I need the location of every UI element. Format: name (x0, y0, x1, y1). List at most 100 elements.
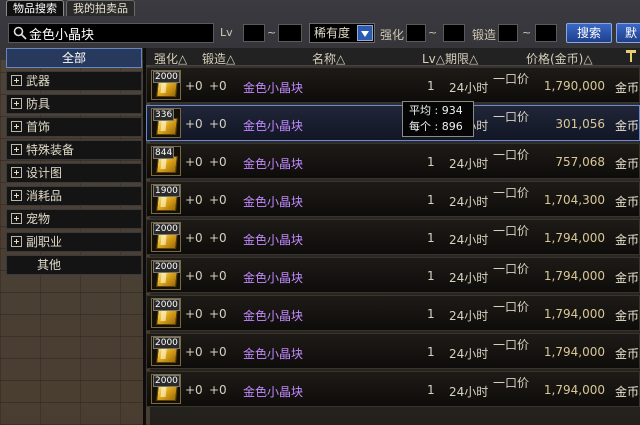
item-quantity: 844 (153, 147, 175, 159)
forge-max-input[interactable] (535, 24, 557, 42)
forge-value: +0 (209, 155, 227, 169)
forge-value: +0 (209, 307, 227, 321)
category-blueprint[interactable]: 设计图 (6, 163, 142, 183)
search-bar: Lv ~ 稀有度 强化 ~ 锻造 ~ 搜索 默 (0, 21, 640, 45)
item-price: 757,068 (555, 155, 605, 169)
category-other[interactable]: 其他 (6, 255, 142, 275)
header-lv-period[interactable]: Lv△期限△ (422, 50, 478, 67)
table-row[interactable]: 2000 +0 +0 金色小晶块 1 24小时 一口价 1,794,000 金币 (146, 333, 640, 369)
expand-plus-icon[interactable] (11, 121, 22, 132)
expand-plus-icon[interactable] (11, 167, 22, 178)
currency-unit: 金币 (615, 157, 640, 171)
enhance-value: +0 (185, 383, 203, 397)
lv-min-input[interactable] (243, 24, 265, 42)
gold-crystal-item-icon[interactable]: 2000 (151, 260, 181, 290)
header-name[interactable]: 名称△ (312, 50, 345, 67)
header-price[interactable]: 价格(金币)△ (526, 50, 593, 67)
table-row[interactable]: 2000 +0 +0 金色小晶块 1 24小时 一口价 1,794,000 金币 (146, 257, 640, 293)
header-enhance[interactable]: 强化△ (154, 50, 187, 67)
rarity-select[interactable]: 稀有度 (309, 23, 375, 43)
category-armor[interactable]: 防具 (6, 94, 142, 114)
category-label: 全部 (61, 51, 86, 65)
item-name: 金色小晶块 (243, 271, 304, 285)
tab-bar: 物品搜索 我的拍卖品 (6, 0, 135, 16)
lv-max-input[interactable] (278, 24, 302, 42)
item-level: 1 (427, 345, 435, 359)
table-row[interactable]: 2000 +0 +0 金色小晶块 1 24小时 一口价 1,790,000 金币 (146, 67, 640, 103)
item-period: 24小时 (449, 385, 489, 399)
item-quantity: 2000 (153, 337, 180, 349)
default-button[interactable]: 默 (616, 23, 640, 43)
expand-plus-icon[interactable] (11, 213, 22, 224)
expand-plus-icon[interactable] (11, 98, 22, 109)
price-tooltip: 平均 : 934 每个 : 896 (402, 101, 474, 137)
buyout-label: 一口价 (493, 338, 530, 352)
gold-crystal-item-icon[interactable]: 1900 (151, 184, 181, 214)
forge-value: +0 (209, 231, 227, 245)
item-price: 301,056 (555, 117, 605, 131)
enhance-value: +0 (185, 345, 203, 359)
currency-unit: 金币 (615, 195, 640, 209)
forge-value: +0 (209, 345, 227, 359)
table-row[interactable]: 336+0+0金色小晶块124小时一口价301,056金币 (146, 105, 640, 141)
enhance-range-tilde: ~ (428, 26, 438, 39)
item-quantity: 2000 (153, 299, 180, 311)
gold-crystal-item-icon[interactable]: 2000 (151, 298, 181, 328)
category-sub-profession[interactable]: 副职业 (6, 232, 142, 252)
enhance-value: +0 (185, 79, 203, 93)
gold-crystal-item-icon[interactable]: 844 (151, 146, 181, 176)
pin-icon[interactable] (626, 50, 636, 62)
forge-value: +0 (209, 193, 227, 207)
enhance-max-input[interactable] (443, 24, 465, 42)
tab-my-auctions[interactable]: 我的拍卖品 (66, 0, 135, 16)
item-period: 24小时 (449, 347, 489, 361)
gold-crystal-item-icon[interactable]: 2000 (151, 336, 181, 366)
gold-crystal-item-icon[interactable]: 2000 (151, 70, 181, 100)
expand-plus-icon[interactable] (11, 190, 22, 201)
search-field[interactable] (8, 23, 214, 43)
tooltip-per-unit: 每个 : 896 (409, 120, 463, 133)
item-period: 24小时 (449, 195, 489, 209)
item-level: 1 (427, 231, 435, 245)
gold-crystal-item-icon[interactable]: 2000 (151, 374, 181, 404)
category-all[interactable]: 全部 (6, 48, 142, 68)
lv-label: Lv (220, 26, 233, 39)
enhance-min-input[interactable] (406, 24, 426, 42)
buyout-label: 一口价 (493, 72, 530, 86)
item-level: 1 (427, 383, 435, 397)
item-period: 24小时 (449, 233, 489, 247)
item-level: 1 (427, 193, 435, 207)
category-weapon[interactable]: 武器 (6, 71, 142, 91)
item-price: 1,790,000 (543, 79, 605, 93)
search-button[interactable]: 搜索 (566, 23, 612, 43)
tab-item-search[interactable]: 物品搜索 (6, 0, 64, 16)
gold-crystal-item-icon[interactable]: 2000 (151, 222, 181, 252)
item-quantity: 2000 (153, 261, 180, 273)
chevron-down-icon[interactable] (357, 25, 373, 41)
search-input[interactable] (29, 25, 209, 41)
table-row[interactable]: 844 +0 +0 金色小晶块 1 24小时 一口价 757,068 金币 (146, 143, 640, 179)
table-row[interactable]: 2000 +0 +0 金色小晶块 1 24小时 一口价 1,794,000 金币 (146, 295, 640, 331)
forge-min-input[interactable] (498, 24, 518, 42)
table-row[interactable]: 2000 +0 +0 金色小晶块 1 24小时 一口价 1,794,000 金币 (146, 219, 640, 255)
item-level: 1 (427, 269, 435, 283)
category-pet[interactable]: 宠物 (6, 209, 142, 229)
item-name: 金色小晶块 (243, 309, 304, 323)
buyout-label: 一口价 (493, 376, 530, 390)
header-forge[interactable]: 锻造△ (202, 50, 235, 67)
category-accessory[interactable]: 首饰 (6, 117, 142, 137)
expand-plus-icon[interactable] (11, 75, 22, 86)
category-special-equipment[interactable]: 特殊装备 (6, 140, 142, 160)
item-period: 24小时 (449, 309, 489, 323)
expand-plus-icon[interactable] (11, 144, 22, 155)
category-consumable[interactable]: 消耗品 (6, 186, 142, 206)
gold-crystal-item-icon[interactable]: 336 (151, 108, 181, 138)
category-label: 副职业 (26, 235, 63, 249)
table-header: 强化△ 锻造△ 名称△ Lv△期限△ 价格(金币)△ (146, 48, 640, 66)
item-price: 1,794,000 (543, 269, 605, 283)
category-label: 宠物 (26, 212, 51, 226)
expand-plus-icon[interactable] (11, 236, 22, 247)
table-row[interactable]: 1900 +0 +0 金色小晶块 1 24小时 一口价 1,704,300 金币 (146, 181, 640, 217)
category-label: 防具 (26, 97, 51, 111)
table-row[interactable]: 2000 +0 +0 金色小晶块 1 24小时 一口价 1,794,000 金币 (146, 371, 640, 407)
